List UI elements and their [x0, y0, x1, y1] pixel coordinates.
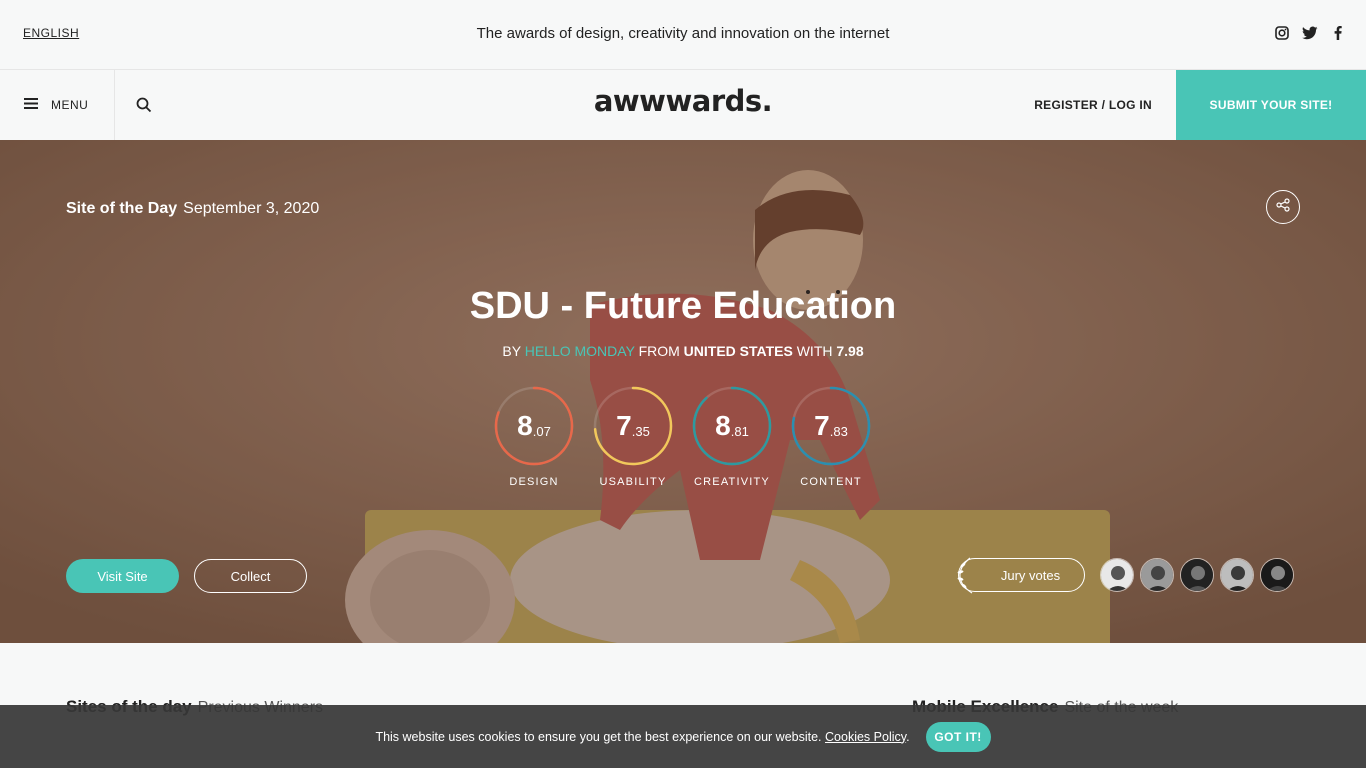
- top-bar: ENGLISH The awards of design, creativity…: [0, 0, 1366, 70]
- with-word: WITH: [796, 343, 833, 359]
- award-info: Site of the Day September 3, 2020: [66, 200, 319, 218]
- main-nav: MENU awwwards. REGISTER / LOG IN SUBMIT …: [0, 70, 1366, 140]
- author-link[interactable]: HELLO MONDAY: [525, 343, 635, 359]
- site-byline: BY HELLO MONDAY FROM UNITED STATES WITH …: [0, 343, 1366, 359]
- cookie-message: This website uses cookies to ensure you …: [375, 730, 909, 744]
- jury-votes-button[interactable]: Jury votes: [958, 558, 1085, 592]
- score-label: DESIGN: [509, 476, 559, 488]
- score-integer: 7: [616, 410, 632, 441]
- avatar[interactable]: [1260, 558, 1294, 592]
- score-label: CONTENT: [800, 476, 862, 488]
- avatar[interactable]: [1220, 558, 1254, 592]
- cookie-period: .: [906, 729, 910, 744]
- score-usability: 7.35 USABILITY: [593, 386, 673, 488]
- overall-score: 7.98: [836, 343, 864, 359]
- site-title: SDU - Future Education: [469, 285, 897, 327]
- cookies-policy-link[interactable]: Cookies Policy: [825, 730, 906, 744]
- collect-button[interactable]: Collect: [194, 559, 307, 593]
- avatar[interactable]: [1180, 558, 1214, 592]
- score-label: CREATIVITY: [694, 476, 770, 488]
- score-integer: 8: [715, 410, 731, 441]
- share-icon: [1276, 197, 1290, 217]
- share-button[interactable]: [1266, 190, 1300, 224]
- score-ring: 7.35: [593, 386, 673, 466]
- avatar[interactable]: [1140, 558, 1174, 592]
- score-creativity: 8.81 CREATIVITY: [692, 386, 772, 488]
- social-links: [1274, 25, 1346, 41]
- facebook-icon[interactable]: [1330, 25, 1346, 41]
- score-decimal: .07: [532, 423, 551, 439]
- award-label: Site of the Day: [66, 200, 178, 217]
- score-label: USABILITY: [599, 476, 667, 488]
- score-integer: 7: [814, 410, 830, 441]
- instagram-icon[interactable]: [1274, 25, 1290, 41]
- score-ring: 7.83: [791, 386, 871, 466]
- site-of-the-day-hero: Site of the Day September 3, 2020 SDU - F…: [0, 140, 1366, 643]
- jury-avatars: [1100, 558, 1294, 592]
- score-decimal: .81: [730, 423, 749, 439]
- score-ring: 8.07: [494, 386, 574, 466]
- score-list: 8.07 DESIGN 7.35 USABILITY 8.81 CREATIVI…: [494, 386, 871, 488]
- score-ring: 8.81: [692, 386, 772, 466]
- country-link[interactable]: UNITED STATES: [684, 343, 793, 359]
- accept-cookies-button[interactable]: GOT IT!: [925, 721, 991, 752]
- awwwards-logo[interactable]: awwwards.: [0, 84, 1366, 118]
- site-tagline: The awards of design, creativity and inn…: [476, 25, 890, 42]
- avatar[interactable]: [1100, 558, 1134, 592]
- score-design: 8.07 DESIGN: [494, 386, 574, 488]
- from-word: FROM: [638, 343, 680, 359]
- twitter-icon[interactable]: [1302, 25, 1318, 41]
- score-content: 7.83 CONTENT: [791, 386, 871, 488]
- register-login-link[interactable]: REGISTER / LOG IN: [1034, 98, 1152, 112]
- submit-site-button[interactable]: SUBMIT YOUR SITE!: [1176, 70, 1366, 140]
- visit-site-button[interactable]: Visit Site: [66, 559, 179, 593]
- score-integer: 8: [517, 410, 533, 441]
- cookie-banner: This website uses cookies to ensure you …: [0, 705, 1366, 768]
- cookie-text: This website uses cookies to ensure you …: [375, 729, 822, 744]
- score-decimal: .83: [829, 423, 848, 439]
- award-date: September 3, 2020: [183, 200, 320, 217]
- score-decimal: .35: [631, 423, 650, 439]
- by-prefix: BY: [502, 343, 521, 359]
